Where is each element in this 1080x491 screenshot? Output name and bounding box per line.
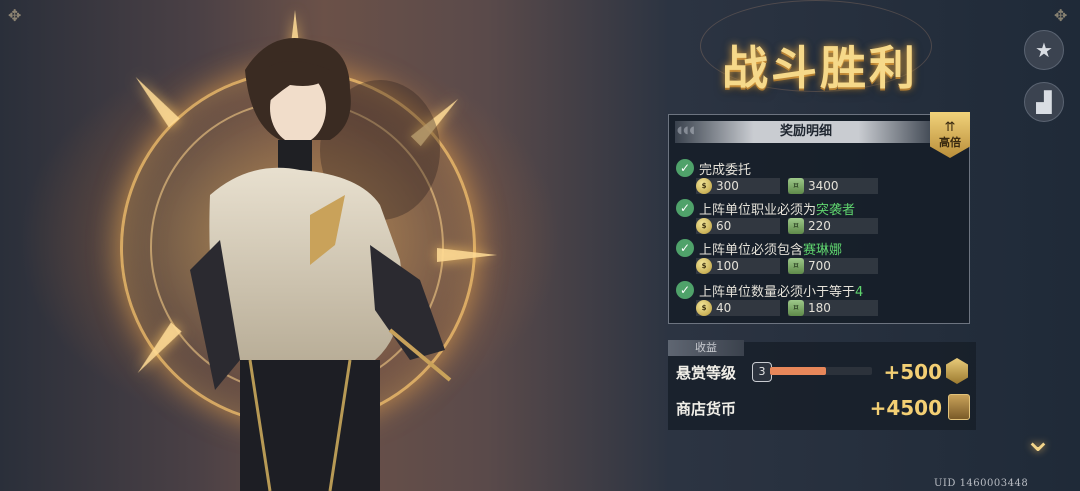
chevron-down-icon: ⌄	[1023, 420, 1053, 460]
reward-currency: ¤ 700	[788, 258, 878, 274]
battle-stats-button[interactable]: ▟	[1024, 82, 1064, 122]
bounty-level-badge: 3	[752, 362, 772, 382]
corner-ornament: ✥	[8, 6, 22, 25]
income-tab: 收益	[668, 340, 744, 356]
objective-text: 上阵单位数量必须小于等于4	[699, 285, 864, 300]
reward-xp: $300	[696, 178, 780, 194]
shop-token-icon	[948, 394, 970, 420]
player-uid: UID 1460003448	[934, 478, 1029, 489]
reward-currency: ¤ 220	[788, 218, 878, 234]
check-icon: ✓	[676, 159, 694, 177]
reward-xp: $60	[696, 218, 780, 234]
coin-icon: $	[696, 218, 712, 234]
bounty-gain-value: +500	[883, 360, 942, 384]
coin-icon: $	[696, 178, 712, 194]
coin-icon: $	[696, 258, 712, 274]
shop-currency-gain-value: +4500	[869, 396, 942, 420]
coin-icon: $	[696, 300, 712, 316]
victory-title: 战斗胜利	[722, 41, 918, 95]
ticket-icon: ¤	[788, 258, 804, 274]
star-icon: ★	[1035, 38, 1053, 62]
hero-character-art	[190, 38, 452, 491]
bounty-level-label: 悬赏等级	[676, 364, 737, 382]
bounty-progress-fill	[770, 367, 827, 375]
ticket-icon: ¤	[788, 300, 804, 316]
check-icon: ✓	[676, 239, 694, 257]
reward-currency: ¤ 180	[788, 300, 878, 316]
objective-text: 上阵单位职业必须为突袭者	[699, 203, 856, 218]
reward-currency: ¤ 3400	[788, 178, 878, 194]
ticket-icon: ¤	[788, 178, 804, 194]
multiplier-arrow-icon: ⇈	[944, 120, 956, 135]
continue-chevron-button[interactable]: ⌄	[1016, 420, 1060, 460]
shop-currency-label: 商店货币	[676, 400, 737, 418]
reward-xp: $40	[696, 300, 780, 316]
ticket-icon: ¤	[788, 218, 804, 234]
bounty-progress-bar	[770, 367, 872, 375]
reward-xp: $100	[696, 258, 780, 274]
corner-ornament: ✥	[1054, 6, 1068, 25]
objective-text: 完成委托	[699, 163, 752, 178]
objective-text: 上阵单位必须包含赛琳娜	[699, 243, 843, 258]
stats-chart-icon: ▟	[1036, 90, 1052, 114]
favorite-button[interactable]: ★	[1024, 30, 1064, 70]
reward-panel-header: 奖励明细	[675, 121, 937, 143]
check-icon: ✓	[676, 281, 694, 299]
multiplier-label: 高倍	[939, 136, 961, 149]
check-icon: ✓	[676, 199, 694, 217]
